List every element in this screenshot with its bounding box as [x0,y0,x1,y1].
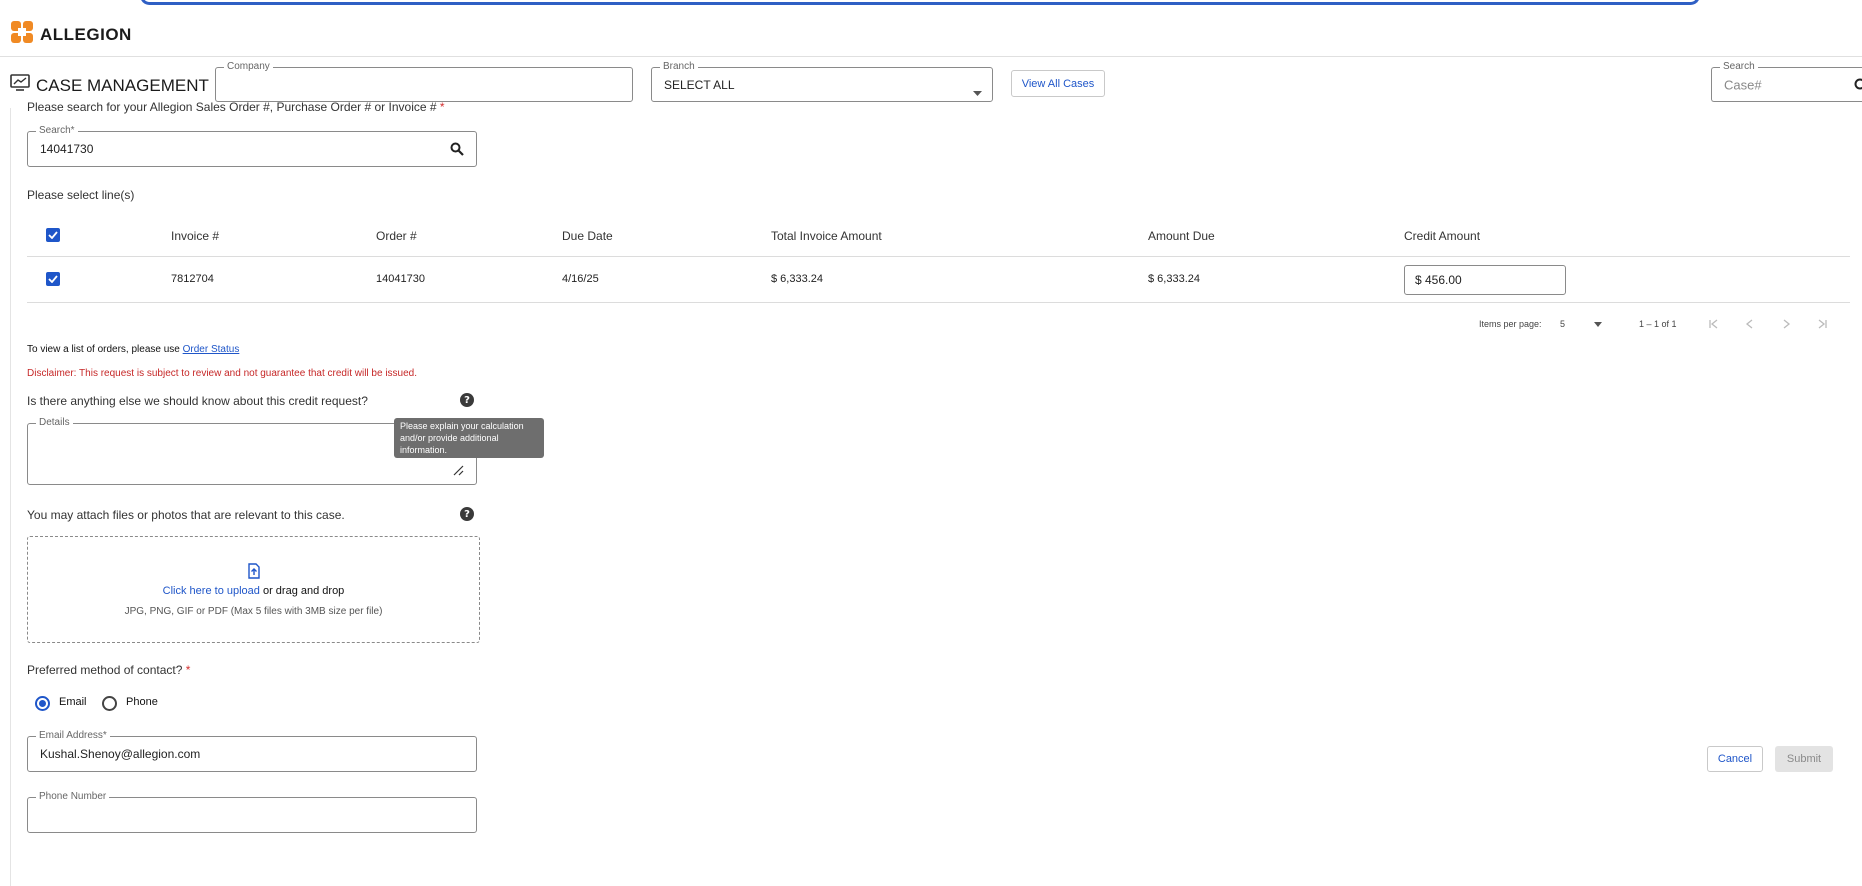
radio-email[interactable] [35,696,50,711]
case-search-field[interactable]: Search Case# [1711,61,1862,102]
upload-dropzone[interactable]: Click here to upload or drag and drop JP… [27,536,480,643]
branch-value: SELECT ALL [664,77,735,92]
table-header-divider [27,256,1850,257]
radio-phone[interactable] [102,696,117,711]
select-all-checkbox[interactable] [46,228,60,242]
view-all-cases-button[interactable]: View All Cases [1011,70,1105,97]
upload-file-icon [248,563,260,579]
order-search-value: 14041730 [40,142,94,156]
items-per-page-select[interactable]: 5 [1560,318,1604,332]
chart-monitor-icon [10,74,30,97]
upload-link[interactable]: Click here to upload [163,585,260,597]
col-credit-amount: Credit Amount [1404,229,1481,243]
help-icon[interactable]: ? [460,507,474,521]
focus-ring [140,0,1700,5]
allegion-logo-icon [10,20,34,49]
search-icon[interactable] [450,142,464,161]
cell-invoice: 7812704 [171,273,214,285]
check-icon [48,275,58,283]
upload-instruction: Click here to upload or drag and drop [28,585,479,597]
contact-question: Preferred method of contact? * [27,663,191,677]
pagination-range: 1 – 1 of 1 [1639,319,1677,329]
order-status-link[interactable]: Order Status [183,344,240,355]
details-label: Details [36,417,73,428]
resize-handle-icon[interactable] [452,464,464,476]
top-bar: ALLEGION [0,0,1862,57]
prev-page-icon[interactable] [1744,318,1756,330]
attach-prompt: You may attach files or photos that are … [27,508,345,522]
radio-email-label: Email [59,696,87,708]
email-label: Email Address* [36,730,110,741]
chevron-down-icon [973,83,982,101]
table-row-divider [27,302,1850,303]
cancel-button[interactable]: Cancel [1707,746,1763,772]
col-total-invoice: Total Invoice Amount [771,229,882,243]
upload-hint: JPG, PNG, GIF or PDF (Max 5 files with 3… [124,606,383,617]
next-page-icon[interactable] [1780,318,1792,330]
email-value: Kushal.Shenoy@allegion.com [40,747,201,761]
module-title: CASE MANAGEMENT [10,74,209,97]
phone-label: Phone Number [36,791,110,802]
items-per-page-value: 5 [1560,319,1566,329]
order-status-line: To view a list of orders, please use Ord… [27,344,239,355]
company-field[interactable]: Company [215,61,633,102]
credit-amount-input[interactable]: $ 456.00 [1404,265,1566,295]
search-icon [1854,78,1862,97]
main-content: Please search for your Allegion Sales Or… [10,100,1862,886]
module-title-text: CASE MANAGEMENT [36,75,209,95]
col-amount-due: Amount Due [1148,229,1215,243]
brand-name: ALLEGION [40,24,132,44]
select-lines-label: Please select line(s) [27,188,135,202]
upload-suffix: or drag and drop [262,585,345,597]
col-order: Order # [376,229,417,243]
tooltip: Please explain your calculation and/or p… [394,418,544,458]
disclaimer: Disclaimer: This request is subject to r… [27,368,418,379]
col-due-date: Due Date [562,229,613,243]
last-page-icon[interactable] [1816,318,1828,330]
help-icon[interactable]: ? [460,393,474,407]
radio-phone-label: Phone [126,696,158,708]
order-status-prefix: To view a list of orders, please use [27,344,180,355]
cell-due-date: 4/16/25 [562,273,599,285]
branch-select[interactable]: Branch SELECT ALL [651,61,993,102]
check-icon [48,231,58,239]
cell-total: $ 6,333.24 [771,273,823,285]
items-per-page-label: Items per page: [1479,319,1542,329]
search-prompt: Please search for your Allegion Sales Or… [27,100,445,114]
order-search-label: Search* [36,125,78,136]
chevron-down-icon [1594,322,1602,327]
case-search-label: Search [1720,61,1758,72]
first-page-icon[interactable] [1708,318,1720,330]
submit-button[interactable]: Submit [1775,746,1833,772]
row-checkbox[interactable] [46,272,60,286]
brand[interactable]: ALLEGION [10,20,132,49]
cell-amount-due: $ 6,333.24 [1148,273,1200,285]
order-search-input[interactable]: Search* 14041730 [27,125,477,167]
details-question: Is there anything else we should know ab… [27,394,368,408]
case-search-placeholder: Case# [1724,77,1762,92]
branch-label: Branch [660,61,698,72]
cell-order: 14041730 [376,273,425,285]
phone-field[interactable]: Phone Number [27,791,477,833]
email-field[interactable]: Email Address* Kushal.Shenoy@allegion.co… [27,730,477,772]
col-invoice: Invoice # [171,229,220,243]
company-label: Company [224,61,273,72]
